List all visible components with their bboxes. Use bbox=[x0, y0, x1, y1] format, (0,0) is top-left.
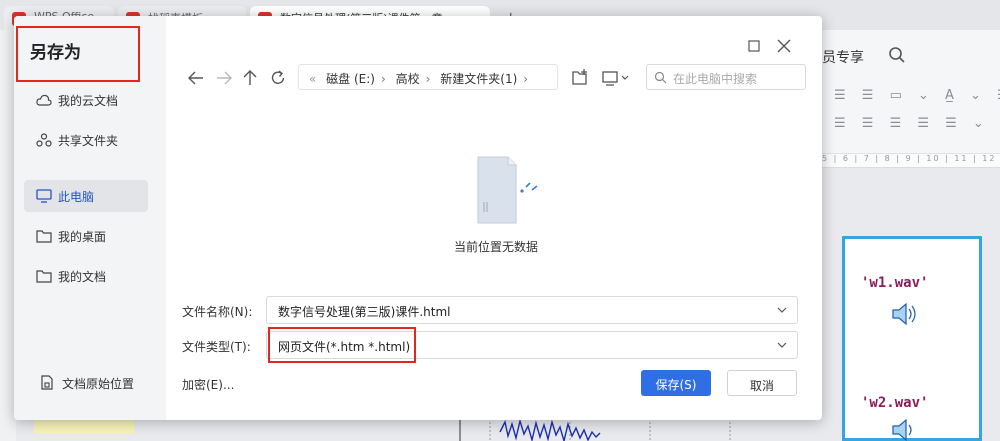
speaker-icon[interactable] bbox=[889, 299, 919, 329]
sidebar-item-label: 我的云文档 bbox=[58, 94, 119, 108]
share-icon bbox=[36, 133, 52, 147]
sidebar-item-cloud-docs[interactable]: 我的云文档 bbox=[24, 84, 148, 116]
original-location-button[interactable]: 文档原始位置 bbox=[30, 372, 134, 394]
breadcrumb-separator-icon: › bbox=[425, 72, 431, 86]
save-button[interactable]: 保存(S) bbox=[641, 370, 711, 396]
sidebar-item-shared-folder[interactable]: 共享文件夹 bbox=[24, 124, 148, 156]
breadcrumb-separator-icon: › bbox=[380, 72, 386, 86]
folder-icon bbox=[36, 230, 52, 243]
chevron-down-icon[interactable] bbox=[777, 306, 787, 314]
up-arrow-icon[interactable] bbox=[240, 68, 260, 88]
breadcrumb-item[interactable]: 新建文件夹(1) bbox=[440, 72, 517, 86]
audio-label: 'w1.wav' bbox=[861, 275, 929, 291]
waveform-plot-remnant bbox=[459, 418, 731, 441]
slide-box[interactable]: 'w1.wav' 'w2.wav' bbox=[842, 236, 982, 441]
audio-label: 'w2.wav' bbox=[861, 395, 929, 411]
chevron-down-icon[interactable] bbox=[777, 341, 787, 349]
dialog-sidebar: 另存为 我的云文档 共享文件夹 此电脑 我的桌面 我的文档 文档原始位置 bbox=[14, 16, 166, 420]
cancel-button[interactable]: 取消 bbox=[727, 370, 797, 396]
document-location-icon bbox=[41, 375, 53, 390]
sidebar-item-label: 我的桌面 bbox=[58, 230, 107, 244]
ruler: 5 | 6 | 7 | 8 | 9 | 10 | 11 | 12 | 13 | … bbox=[822, 154, 1000, 168]
filename-label: 文件名称(N): bbox=[182, 305, 253, 319]
empty-state-text: 当前位置无数据 bbox=[454, 240, 539, 254]
forward-arrow-icon[interactable] bbox=[214, 68, 234, 88]
toolbar-search-icon[interactable] bbox=[888, 46, 906, 64]
new-folder-icon[interactable] bbox=[570, 67, 590, 89]
maximize-icon[interactable] bbox=[744, 36, 764, 56]
refresh-icon[interactable] bbox=[268, 68, 288, 88]
breadcrumb-overflow-icon[interactable]: « bbox=[309, 72, 316, 86]
dialog-title: 另存为 bbox=[30, 43, 81, 63]
sidebar-item-documents[interactable]: 我的文档 bbox=[24, 260, 148, 292]
empty-file-icon bbox=[477, 156, 538, 224]
filetype-label: 文件类型(T): bbox=[182, 340, 251, 354]
filename-value: 数字信号处理(第三版)课件.html bbox=[278, 305, 451, 319]
sidebar-item-label: 此电脑 bbox=[58, 190, 95, 204]
filename-field[interactable]: 数字信号处理(第三版)课件.html bbox=[266, 296, 798, 324]
view-mode-icon[interactable] bbox=[600, 67, 634, 89]
speaker-icon[interactable] bbox=[889, 415, 919, 441]
save-as-dialog: 另存为 我的云文档 共享文件夹 此电脑 我的桌面 我的文档 文档原始位置 « 磁… bbox=[14, 16, 822, 420]
encrypt-link[interactable]: 加密(E)... bbox=[182, 376, 234, 393]
close-icon[interactable] bbox=[774, 36, 794, 56]
sidebar-item-desktop[interactable]: 我的桌面 bbox=[24, 220, 148, 252]
breadcrumb[interactable]: « 磁盘 (E:) › 高校 › 新建文件夹(1) › bbox=[298, 64, 558, 90]
search-icon bbox=[654, 71, 667, 84]
filetype-highlight bbox=[268, 327, 416, 363]
breadcrumb-item[interactable]: 高校 bbox=[396, 72, 420, 86]
computer-icon bbox=[36, 189, 52, 203]
search-placeholder: 在此电脑中搜索 bbox=[673, 72, 758, 86]
member-label[interactable]: 员专享 bbox=[822, 47, 864, 67]
format-toolbar-row-1[interactable]: ☰ ☰ ▭ ⌄ A̲ ⌄ ☰ bbox=[834, 88, 1000, 103]
folder-icon bbox=[36, 270, 52, 283]
slide-thumb-highlight bbox=[34, 420, 134, 434]
format-toolbar-row-2[interactable]: ☰ ☰ ☰ ☰ ☰ ⌄ ☰ bbox=[834, 116, 1000, 131]
cloud-icon bbox=[36, 94, 52, 106]
sidebar-item-label: 共享文件夹 bbox=[58, 134, 119, 148]
breadcrumb-separator-icon: › bbox=[523, 72, 529, 86]
breadcrumb-item[interactable]: 磁盘 (E:) bbox=[326, 72, 375, 86]
search-input[interactable]: 在此电脑中搜索 bbox=[646, 64, 806, 90]
sidebar-item-label: 我的文档 bbox=[58, 270, 107, 284]
title-highlight: 另存为 bbox=[16, 26, 140, 82]
back-arrow-icon[interactable] bbox=[186, 68, 206, 88]
original-location-label: 文档原始位置 bbox=[62, 377, 135, 391]
sidebar-item-this-pc[interactable]: 此电脑 bbox=[24, 180, 148, 212]
